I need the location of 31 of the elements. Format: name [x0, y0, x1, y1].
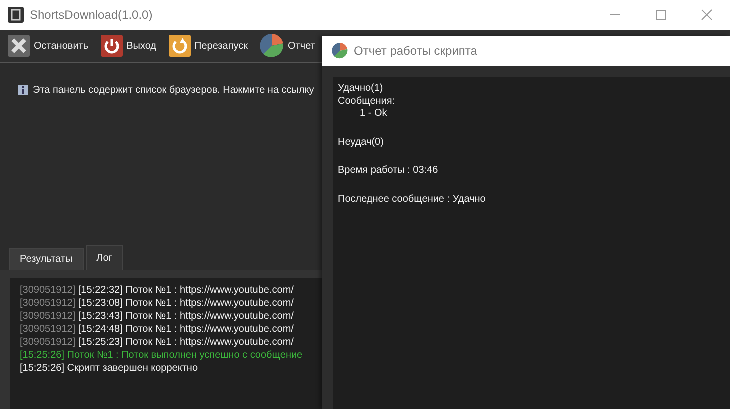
close-icon [701, 9, 713, 21]
log-line: [309051912] [15:22:32] Поток №1 : https://www.youtube.com/ [20, 284, 294, 297]
log-line: [309051912] [15:25:23] Поток №1 : https://www.youtube.com/ [20, 336, 294, 349]
close-icon [8, 35, 30, 57]
maximize-icon [655, 9, 667, 21]
power-icon [100, 35, 123, 57]
pie-chart-icon [332, 43, 348, 59]
info-icon [18, 85, 28, 95]
refresh-icon [168, 35, 191, 57]
log-line: [15:25:26] Поток №1 : Поток выполнен успешно с сообщение [20, 349, 303, 362]
toolbar-button[interactable]: Перезапуск [166, 32, 250, 60]
report-line: Последнее сообщение : Удачно [338, 194, 486, 206]
toolbar-button[interactable]: Отчет [258, 32, 318, 60]
info-text: Эта панель содержит список браузеров. Нажмите на ссылку [33, 85, 314, 96]
dialog-title: Отчет работы скрипта [354, 44, 478, 58]
report-line: Неудач(0) [338, 136, 384, 149]
report-line: Сообщения: [338, 96, 396, 108]
report-line: Время работы : 03:46 [338, 165, 438, 178]
log-line: [309051912] [15:23:08] Поток №1 : https://www.youtube.com/ [20, 297, 294, 310]
report-line: Удачно(1) [338, 83, 384, 96]
report-line: 1 - Ok [359, 108, 388, 120]
toolbar-button[interactable]: Остановить [6, 32, 91, 60]
pie-chart-icon [260, 34, 284, 58]
toolbar-button[interactable]: Выход [98, 32, 159, 60]
log-line: [15:25:26] Скрипт завершен корректно [20, 362, 198, 375]
window-title: ShortsDownload(1.0.0) [30, 8, 154, 22]
tab[interactable]: Лог [86, 245, 124, 270]
tab[interactable]: Результаты [9, 248, 84, 270]
log-line: [309051912] [15:23:43] Поток №1 : https://www.youtube.com/ [20, 310, 294, 323]
app-icon [8, 7, 24, 23]
log-line: [309051912] [15:24:48] Поток №1 : https://www.youtube.com/ [20, 323, 294, 336]
